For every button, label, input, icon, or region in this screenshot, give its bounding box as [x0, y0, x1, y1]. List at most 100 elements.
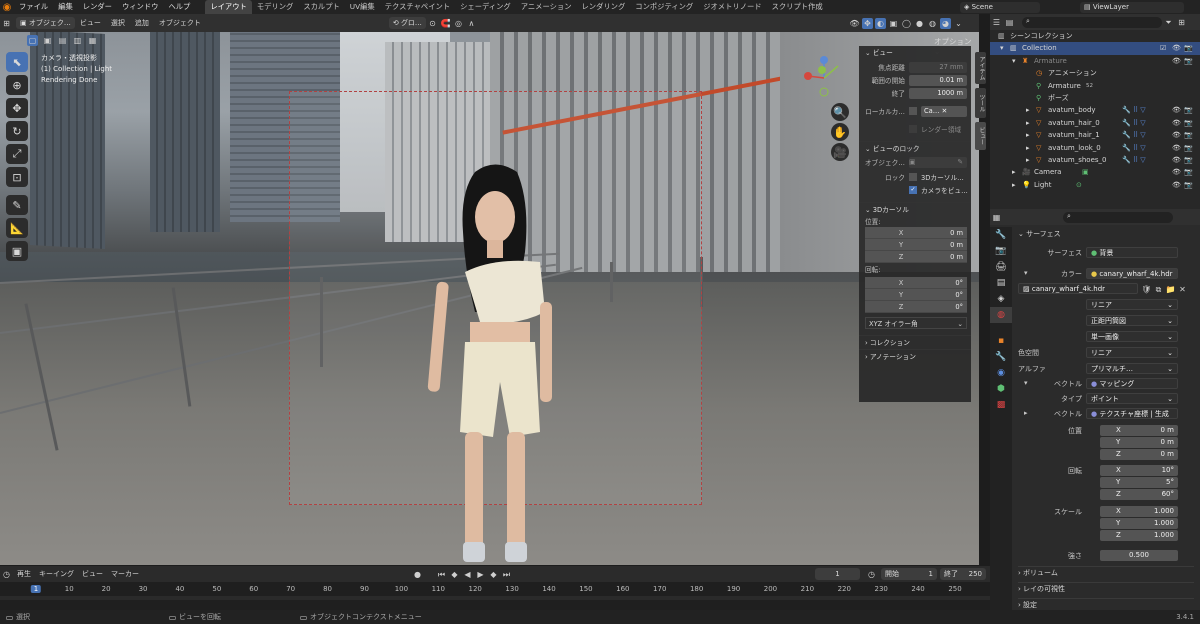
modifier-tab-icon[interactable]: 🔧 — [990, 349, 1012, 365]
camera-view-icon[interactable]: 🎥 — [831, 143, 849, 161]
marker-menu[interactable]: マーカー — [107, 569, 143, 579]
color-input-field[interactable]: ● canary_wharf_4k.hdr — [1086, 268, 1178, 279]
settings-panel-header[interactable]: › 設定 — [1018, 598, 1194, 610]
move-tool-icon[interactable]: ✥ — [6, 98, 28, 118]
cursor-rot-z[interactable]: Z 0° — [865, 301, 967, 313]
collection-header[interactable]: › コレクション — [859, 335, 971, 349]
workspace-tab-texture-paint[interactable]: テクスチャペイント — [380, 0, 455, 14]
visibility-eye-icon[interactable]: 👁 — [1172, 42, 1181, 54]
measure-tool-icon[interactable]: 📐 — [6, 218, 28, 238]
outliner-item[interactable]: ▸ ▽ avatum_hair_0 🔧 ⠿ ▽ 👁 📷 — [990, 117, 1200, 129]
record-icon[interactable]: ● — [412, 569, 423, 580]
select-subtract-icon[interactable]: ▤ — [57, 35, 68, 46]
scale-x-field[interactable]: X 1.000 — [1100, 506, 1178, 517]
shading-options-icon[interactable]: ⌄ — [953, 18, 964, 29]
timeline-body[interactable]: 1 10 20 30 40 50 60 70 80 90 100 110 120 130 140 150 160… — [0, 582, 990, 610]
surface-panel-header[interactable]: ⌄ サーフェス — [1018, 228, 1061, 240]
lock-camera-checkbox[interactable]: ✓ — [909, 186, 917, 194]
scale-tool-icon[interactable]: ⤢ — [6, 144, 28, 164]
timeline-editor-icon[interactable]: ◷ — [1, 569, 12, 580]
play-reverse-icon[interactable]: ◀ — [462, 569, 473, 580]
playback-menu[interactable]: 再生 — [13, 569, 35, 579]
view-layer-tab-icon[interactable]: ▤ — [990, 275, 1012, 291]
expand-arrow-icon[interactable]: ▸ — [1012, 166, 1016, 178]
workspace-tab-rendering[interactable]: レンダリング — [577, 0, 631, 14]
render-camera-icon[interactable]: 📷 — [1184, 142, 1193, 154]
3d-cursor-header[interactable]: ⌄ 3Dカーソル — [859, 202, 971, 216]
add-cube-tool-icon[interactable]: ▣ — [6, 241, 28, 261]
visibility-icon[interactable]: 👁 — [849, 18, 860, 29]
workspace-tab-layout[interactable]: レイアウト — [205, 0, 252, 14]
local-camera-checkbox[interactable] — [909, 107, 917, 115]
render-camera-icon[interactable]: 📷 — [1184, 129, 1193, 141]
workspace-tab-scripting[interactable]: スクリプト作成 — [767, 0, 828, 14]
visibility-eye-icon[interactable]: 👁 — [1172, 55, 1181, 67]
location-x-field[interactable]: X 0 m — [1100, 425, 1178, 436]
workspace-tab-geometry-nodes[interactable]: ジオメトリノード — [698, 0, 766, 14]
select-menu[interactable]: 選択 — [106, 18, 130, 28]
object-menu[interactable]: オブジェクト — [154, 18, 206, 28]
volume-panel-header[interactable]: › ボリューム — [1018, 566, 1194, 578]
properties-search-input[interactable]: ⌕ — [1063, 211, 1173, 223]
open-folder-icon[interactable]: 📁 — [1165, 284, 1176, 295]
xray-icon[interactable]: ▣ — [888, 18, 899, 29]
outliner-scene-collection[interactable]: ▥ シーンコレクション — [990, 30, 1200, 42]
visibility-eye-icon[interactable]: 👁 — [1172, 117, 1181, 129]
render-camera-icon[interactable]: 📷 — [1184, 55, 1193, 67]
overlay-icon[interactable]: ◐ — [875, 17, 886, 29]
view-layer-selector[interactable]: ▤ ViewLayer — [1080, 2, 1184, 13]
end-frame-field[interactable]: 終了 250 — [940, 568, 986, 580]
rotation-y-field[interactable]: Y 5° — [1100, 477, 1178, 488]
local-camera-field[interactable]: Ca… ✕ — [921, 105, 967, 117]
texture-tab-icon[interactable]: ▩ — [990, 397, 1012, 413]
expand-arrow-icon[interactable]: ▸ — [1026, 142, 1030, 154]
proportional-edit-icon[interactable]: ◎ — [453, 18, 464, 29]
start-frame-field[interactable]: 開始 1 — [881, 568, 937, 580]
workspace-tab-compositing[interactable]: コンポジティング — [630, 0, 698, 14]
outliner-item[interactable]: ▾ ▥ Collection 👁 📷 ☑ — [990, 42, 1200, 55]
workspace-tab-sculpt[interactable]: スカルプト — [298, 0, 344, 14]
physics-tab-icon[interactable]: ◉ — [990, 365, 1012, 381]
world-tab-icon[interactable]: ◍ — [990, 307, 1012, 323]
ray-visibility-panel-header[interactable]: › レイの可視性 — [1018, 582, 1194, 594]
focal-length-field[interactable]: 27 mm — [909, 61, 967, 73]
sidebar-tab-item[interactable]: アイテム — [975, 52, 986, 84]
orientation-selector[interactable]: ⟲ グロ… — [388, 17, 426, 29]
tool-tab-icon[interactable]: 🔧 — [990, 227, 1012, 243]
exclude-checkbox-icon[interactable]: ☑ — [1160, 42, 1166, 54]
source-dropdown[interactable]: 単一画像 ⌄ — [1086, 331, 1178, 342]
outliner-item[interactable]: ◷ アニメーション — [990, 67, 1200, 79]
scene-selector[interactable]: ◈ Scene — [960, 2, 1040, 13]
mapping-type-dropdown[interactable]: ポイント ⌄ — [1086, 393, 1178, 404]
3d-viewport[interactable]: ⬉ ⊕ ✥ ↻ ⤢ ⊡ ✎ 📐 ▣ ▢ ▣ ▤ ▥ ▦ カメラ・透視投影 (1)… — [0, 32, 979, 565]
clip-end-field[interactable]: 1000 m — [909, 87, 967, 99]
menu-help[interactable]: ヘルプ — [163, 2, 195, 12]
workspace-tab-uv[interactable]: UV編集 — [345, 0, 380, 14]
select-new-icon[interactable]: ▢ — [27, 35, 38, 46]
add-menu[interactable]: 追加 — [130, 18, 154, 28]
outliner-item[interactable]: ▸ ▽ avatum_look_0 🔧 ⠿ ▽ 👁 📷 — [990, 142, 1200, 154]
select-tool-icon[interactable]: ⬉ — [6, 52, 28, 72]
vector2-input-field[interactable]: ● テクスチャ座標 | 生成 — [1086, 408, 1178, 419]
image-datablock-selector[interactable]: ▨ canary_wharf_4k.hdr — [1018, 283, 1138, 294]
rotation-mode-dropdown[interactable]: XYZ オイラー角 ⌄ — [865, 317, 967, 329]
editor-type-icon[interactable]: ⊞ — [1, 18, 12, 29]
workspace-tab-animation[interactable]: アニメーション — [516, 0, 577, 14]
expand-arrow-icon[interactable]: ▸ — [1012, 179, 1016, 191]
alpha-dropdown[interactable]: プリマルチ… ⌄ — [1086, 363, 1178, 374]
jump-end-icon[interactable]: ⏭ — [501, 569, 512, 580]
blender-logo-icon[interactable]: ◉ — [0, 0, 14, 14]
current-frame-field[interactable]: 1 — [815, 568, 860, 580]
jump-start-icon[interactable]: ⏮ — [436, 569, 447, 580]
unlink-icon[interactable]: ✕ — [1177, 284, 1188, 295]
location-z-field[interactable]: Z 0 m — [1100, 449, 1178, 460]
render-camera-icon[interactable]: 📷 — [1184, 179, 1193, 191]
outliner-item[interactable]: ⚲ ポーズ — [990, 92, 1200, 104]
view-lock-header[interactable]: ⌄ ビューのロック — [859, 141, 971, 155]
new-collection-icon[interactable]: ⊞ — [1176, 17, 1187, 28]
collapse-arrow-icon[interactable]: ▸ — [1024, 409, 1028, 417]
surface-shader-field[interactable]: ● 背景 — [1086, 247, 1178, 258]
wireframe-shading-icon[interactable]: ◯ — [901, 18, 912, 29]
timeline-view-menu[interactable]: ビュー — [78, 569, 107, 579]
outliner-item[interactable]: ▸ ▽ avatum_hair_1 🔧 ⠿ ▽ 👁 📷 — [990, 129, 1200, 141]
